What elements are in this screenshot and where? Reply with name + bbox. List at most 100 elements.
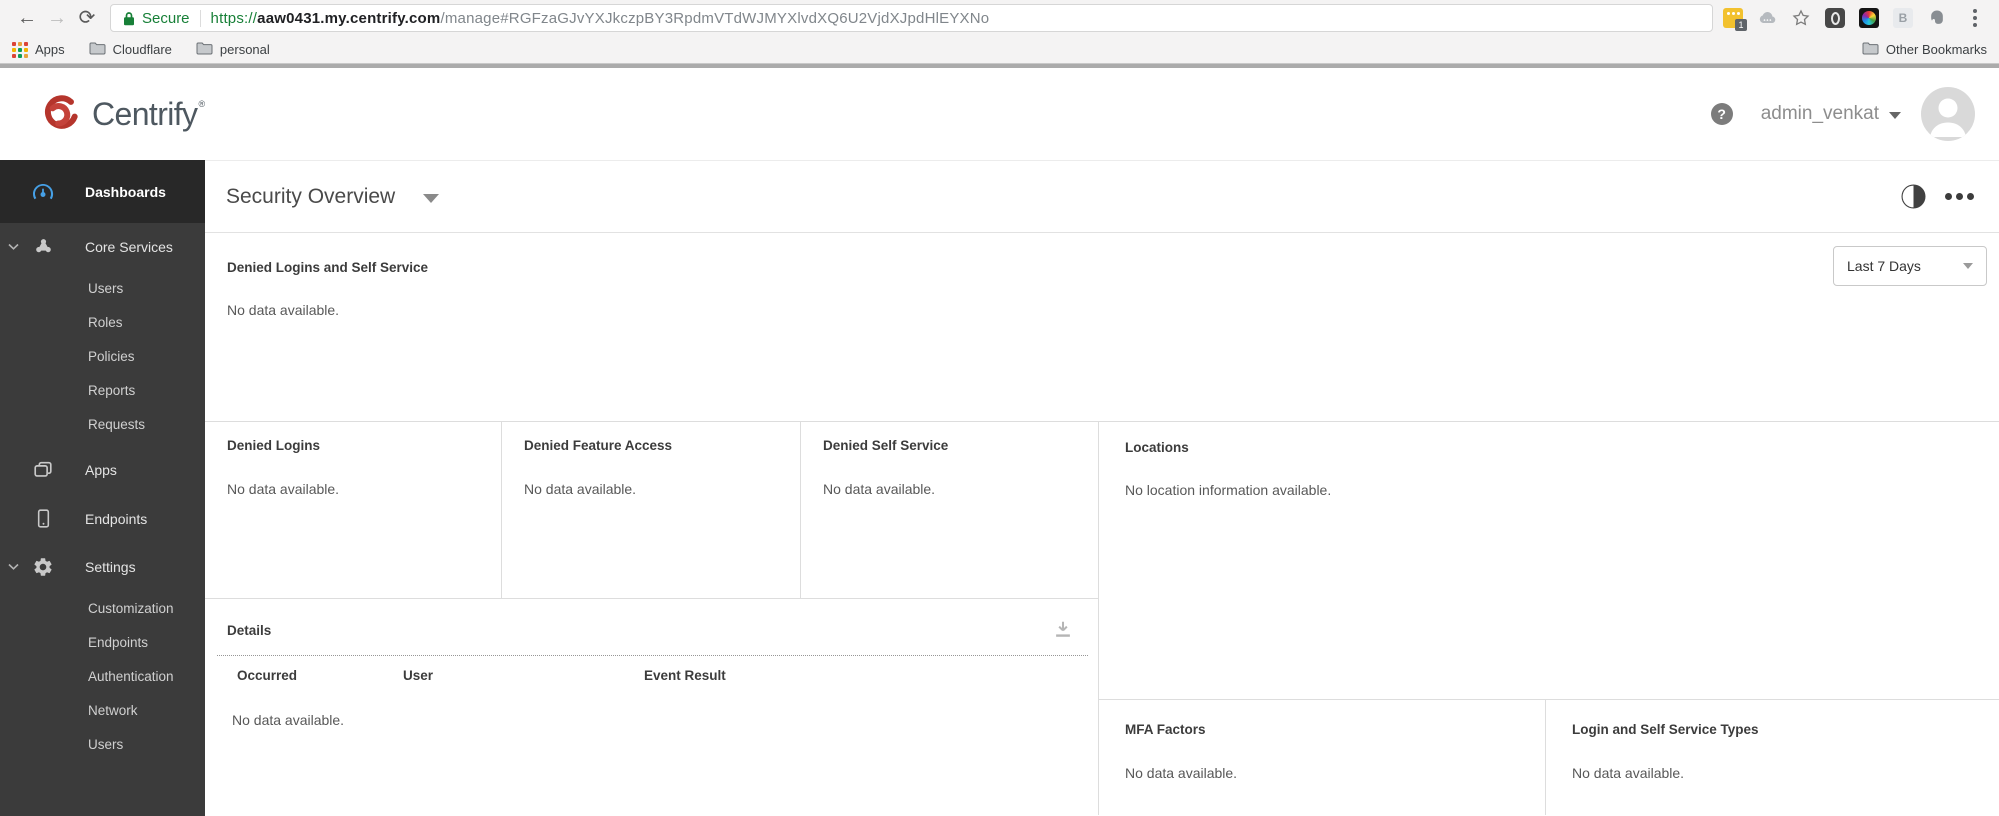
sidebar-item-endpoints-settings[interactable]: Endpoints	[0, 625, 205, 659]
app-header: Centrify® ? admin_venkat	[0, 68, 1999, 160]
divider	[199, 9, 201, 27]
empty-state-text: No data available.	[524, 481, 637, 497]
bookmark-folder-label: personal	[219, 42, 270, 57]
mobile-device-icon	[30, 508, 56, 529]
user-menu[interactable]: admin_venkat	[1761, 103, 1879, 125]
sidebar-item-label: Endpoints	[85, 510, 148, 527]
browser-chrome: ← → ⟳ Secure https://aaw0431.my.centrify…	[0, 0, 1999, 68]
extension-icons: 1 B	[1723, 8, 1983, 31]
sidebar-item-label: Settings	[85, 559, 136, 575]
address-bar[interactable]: Secure https://aaw0431.my.centrify.com/m…	[110, 4, 1713, 32]
panel-title: Denied Feature Access	[524, 438, 673, 453]
folder-icon	[196, 42, 213, 58]
bookmark-folder-personal[interactable]: personal	[196, 42, 270, 58]
reload-icon[interactable]: ⟳	[72, 0, 102, 36]
password-manager-extension-icon[interactable]	[1825, 8, 1845, 28]
sidebar-item-endpoints[interactable]: Endpoints	[0, 494, 205, 543]
help-icon[interactable]: ?	[1710, 103, 1733, 125]
sidebar-item-settings[interactable]: Settings	[0, 543, 205, 591]
empty-state-text: No data available.	[227, 481, 340, 497]
empty-state-text: No data available.	[1572, 765, 1685, 781]
sidebar-item-label: Core Services	[85, 239, 173, 255]
url-path: /manage#RGFzaGJvYXJkczpBY3RpdmVTdWJMYXlv…	[440, 9, 990, 27]
sidebar-item-users[interactable]: Users	[0, 271, 205, 305]
pinwheel-extension-icon[interactable]	[1859, 8, 1879, 28]
panel-details: Details Occurred User Event Result No da…	[205, 599, 1099, 815]
panel-title: MFA Factors	[1125, 722, 1206, 737]
bookmark-star-icon[interactable]	[1791, 8, 1811, 28]
sidebar-item-core-services[interactable]: Core Services	[0, 223, 205, 271]
details-table-header: Occurred User Event Result	[205, 668, 1098, 698]
sidebar-item-requests[interactable]: Requests	[0, 407, 205, 441]
panel-mfa-factors: MFA Factors No data available.	[1099, 700, 1546, 815]
panel-title: Denied Logins and Self Service	[227, 260, 429, 275]
sidebar-item-network[interactable]: Network	[0, 693, 205, 727]
sidebar-item-label: Apps	[85, 461, 117, 478]
evernote-extension-icon[interactable]	[1927, 8, 1947, 28]
panel-title: Login and Self Service Types	[1572, 722, 1759, 737]
bookmarks-bar: Apps Cloudflare personal Other Bookmarks	[0, 36, 1999, 63]
url-scheme: https://	[210, 9, 258, 27]
sidebar-item-roles[interactable]: Roles	[0, 305, 205, 339]
empty-state-text: No location information available.	[1125, 482, 1332, 498]
chevron-down-icon[interactable]	[8, 243, 19, 251]
panel-denied-feature-access: Denied Feature Access No data available.	[502, 422, 801, 599]
column-header-event-result: Event Result	[644, 668, 726, 683]
bookmark-folder-cloudflare[interactable]: Cloudflare	[89, 42, 172, 58]
page-title: Security Overview	[226, 184, 396, 208]
dashboard-grid: Denied Logins and Self Service No data a…	[205, 233, 1999, 815]
sidebar: Dashboards Core Services Users Roles Pol…	[0, 160, 205, 816]
panel-login-and-self-service-types: Login and Self Service Types No data ava…	[1546, 700, 1999, 815]
sidebar-item-reports[interactable]: Reports	[0, 373, 205, 407]
dashboard-title-bar: Security Overview	[205, 160, 1999, 233]
user-menu-caret-icon[interactable]	[1889, 112, 1901, 119]
contrast-icon[interactable]	[1900, 183, 1927, 210]
browser-window: ← → ⟳ Secure https://aaw0431.my.centrify…	[0, 0, 1999, 816]
empty-state-text: No data available.	[1125, 765, 1238, 781]
cloud-extension-icon[interactable]	[1757, 8, 1777, 28]
chevron-down-icon[interactable]	[8, 563, 19, 571]
apps-grid-icon	[12, 41, 28, 58]
dashboard-selector-caret-icon[interactable]	[423, 194, 440, 203]
other-bookmarks[interactable]: Other Bookmarks	[1862, 42, 1987, 58]
header-right: ? admin_venkat	[1710, 87, 1975, 141]
sidebar-item-apps[interactable]: Apps	[0, 445, 205, 494]
sidebar-item-customization[interactable]: Customization	[0, 591, 205, 625]
dashboard-gauge-icon	[30, 180, 56, 204]
notes-extension-icon[interactable]: 1	[1723, 8, 1747, 31]
panel-denied-logins: Denied Logins No data available.	[205, 422, 502, 599]
overflow-menu-icon[interactable]	[1945, 193, 1974, 200]
url-domain: aaw0431.my.centrify.com	[257, 9, 441, 27]
folder-icon	[1862, 42, 1879, 58]
empty-state-text: No data available.	[823, 481, 936, 497]
empty-state-text: No data available.	[232, 712, 345, 728]
sidebar-item-users-settings[interactable]: Users	[0, 727, 205, 761]
forward-icon[interactable]: →	[42, 0, 72, 36]
apps-windows-icon	[30, 459, 56, 481]
sidebar-item-policies[interactable]: Policies	[0, 339, 205, 373]
b-extension-icon[interactable]: B	[1893, 8, 1913, 28]
sidebar-item-authentication[interactable]: Authentication	[0, 659, 205, 693]
empty-state-text: No data available.	[227, 302, 340, 318]
time-filter-value: Last 7 Days	[1847, 258, 1921, 274]
centrify-logo-icon	[38, 90, 82, 139]
centrify-logo: Centrify®	[38, 90, 205, 139]
browser-menu-icon[interactable]	[1967, 9, 1983, 27]
column-header-user: User	[403, 668, 434, 683]
panel-title: Details	[227, 622, 272, 638]
back-icon[interactable]: ←	[12, 0, 42, 36]
brand-name: Centrify®	[92, 95, 205, 132]
apps-shortcut-label: Apps	[35, 42, 65, 57]
panel-denied-logins-and-self-service: Denied Logins and Self Service No data a…	[205, 233, 1999, 422]
download-icon[interactable]	[1052, 619, 1074, 641]
time-filter-dropdown[interactable]: Last 7 Days	[1833, 246, 1987, 286]
secure-badge[interactable]: Secure	[142, 10, 190, 27]
apps-shortcut[interactable]: Apps	[12, 41, 65, 58]
sidebar-item-dashboards[interactable]: Dashboards	[0, 160, 205, 223]
column-header-occurred: Occurred	[237, 668, 298, 683]
avatar[interactable]	[1921, 87, 1975, 141]
core-services-submenu: Users Roles Policies Reports Requests	[0, 271, 205, 441]
url-text: https://aaw0431.my.centrify.com/manage#R…	[211, 10, 990, 27]
main-content: Security Overview Denied Logins and Self…	[205, 160, 1999, 816]
divider	[217, 655, 1088, 656]
